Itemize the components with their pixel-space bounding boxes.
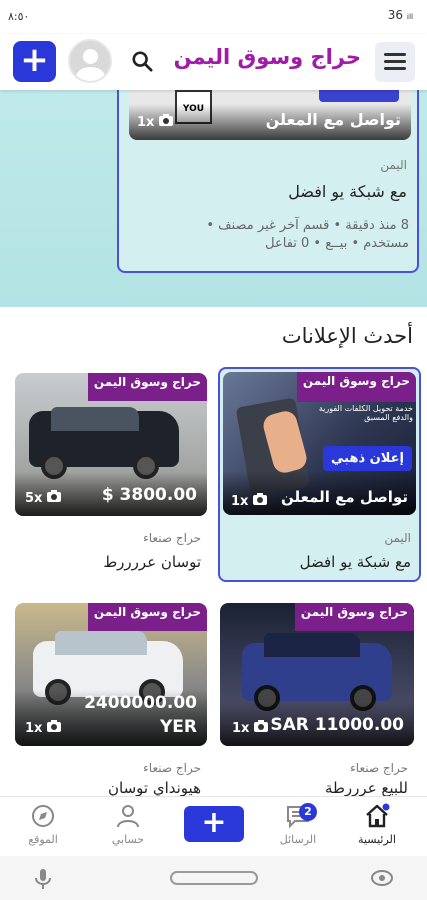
- microphone-icon[interactable]: [34, 868, 52, 890]
- section-title: أحدث الإعلانات: [281, 324, 413, 348]
- listing-region: اليمن: [384, 531, 411, 545]
- watermark: حراج وسوق اليمن: [87, 373, 207, 401]
- featured-meta: 8 منذ دقيقة • قسم آخر غير مصنف •: [206, 218, 409, 233]
- featured-title: مع شبكة يو افضل: [288, 182, 407, 201]
- featured-image: YOU تواصل مع المعلن 1x: [129, 90, 411, 140]
- home-gesture-bar[interactable]: [170, 871, 258, 885]
- listing-image: حراج وسوق اليمن SAR 11000.00 1x: [220, 603, 414, 746]
- nav-add-button[interactable]: +: [184, 806, 244, 842]
- listing-image: خدمة تحويل الكلفات الفورية والدفع المسبق…: [223, 372, 416, 515]
- nav-account-label: حسابي: [111, 833, 145, 846]
- watermark: حراج وسوق اليمن: [296, 372, 416, 402]
- listing-price: $ 3800.00: [101, 485, 197, 505]
- listing-card[interactable]: حراج وسوق اليمن 2400000.00 YER 1x حراج ص…: [15, 603, 207, 796]
- nav-home[interactable]: الرئيسية: [342, 803, 412, 846]
- bottom-navigation: الرئيسية 2 الرسائل + حسابي الموقع: [0, 796, 427, 856]
- listing-title: توسان عررررط: [103, 553, 201, 571]
- listing-card[interactable]: خدمة تحويل الكلفات الفورية والدفع المسبق…: [218, 367, 421, 582]
- nav-account[interactable]: حسابي: [93, 803, 163, 846]
- listing-currency: YER: [159, 717, 197, 737]
- featured-photo-count: 1x: [137, 114, 173, 130]
- camera-icon: [46, 490, 61, 502]
- menu-button[interactable]: [375, 42, 415, 82]
- search-icon[interactable]: [131, 50, 153, 72]
- eye-icon[interactable]: [370, 868, 394, 888]
- image-text: خدمة تحويل الكلفات الفورية والدفع المسبق: [318, 404, 413, 422]
- camera-icon: [46, 720, 61, 732]
- listing-title: مع شبكة يو افضل: [299, 553, 411, 571]
- messages-badge: 2: [299, 803, 317, 821]
- photo-count: 5x: [25, 490, 61, 506]
- featured-region: اليمن: [380, 158, 407, 172]
- listing-price: 2400000.00: [84, 693, 197, 713]
- photo-count: 1x: [25, 720, 61, 736]
- status-bar: ٨:٥٠ 36 ᵢₗₗ: [0, 0, 427, 34]
- compass-icon: [32, 805, 54, 827]
- camera-icon: [158, 114, 173, 126]
- add-listing-button[interactable]: +: [13, 41, 56, 82]
- listing-price: SAR 11000.00: [270, 715, 404, 735]
- user-icon: [117, 805, 139, 828]
- nav-messages[interactable]: 2 الرسائل: [263, 803, 333, 846]
- photo-count: 1x: [231, 493, 267, 509]
- nav-location-label: الموقع: [28, 833, 58, 846]
- listing-image: حراج وسوق اليمن 2400000.00 YER 1x: [15, 603, 207, 746]
- camera-icon: [252, 493, 267, 505]
- listing-title: للبيع عرررطة: [324, 779, 408, 796]
- contact-label: تواصل مع المعلن: [281, 488, 408, 506]
- listing-region: حراج صنعاء: [143, 761, 201, 775]
- nav-home-label: الرئيسية: [358, 833, 396, 846]
- listing-card[interactable]: حراج وسوق اليمن $ 3800.00 5x حراج صنعاء …: [15, 373, 207, 583]
- listing-title: هيونداي توسان: [108, 779, 201, 796]
- gold-ad-badge: إعلان ذهبي: [323, 446, 412, 471]
- featured-meta-2: مستخدم • بيــع • 0 تفاعل: [265, 236, 409, 251]
- photo-count: 1x: [232, 720, 268, 736]
- status-time: ٨:٥٠: [8, 10, 30, 23]
- brand-title: حراج وسوق اليمن: [173, 45, 361, 69]
- listing-card[interactable]: حراج وسوق اليمن SAR 11000.00 1x حراج صنع…: [220, 603, 414, 796]
- avatar[interactable]: [68, 39, 112, 83]
- system-nav-bar: [0, 856, 427, 900]
- nav-messages-label: الرسائل: [279, 833, 317, 846]
- watermark: حراج وسوق اليمن: [87, 603, 207, 631]
- featured-contact-label: تواصل مع المعلن: [265, 110, 401, 129]
- watermark: حراج وسوق اليمن: [294, 603, 414, 631]
- home-icon: [366, 803, 390, 828]
- listing-region: حراج صنعاء: [350, 761, 408, 775]
- status-signal: 36 ᵢₗₗ: [387, 8, 413, 22]
- featured-card[interactable]: YOU تواصل مع المعلن 1x اليمن مع شبكة يو …: [117, 90, 419, 273]
- nav-location[interactable]: الموقع: [8, 803, 78, 846]
- listing-region: حراج صنعاء: [143, 531, 201, 545]
- camera-icon: [253, 720, 268, 732]
- top-app-bar: + حراج وسوق اليمن: [0, 34, 427, 90]
- listing-image: حراج وسوق اليمن $ 3800.00 5x: [15, 373, 207, 516]
